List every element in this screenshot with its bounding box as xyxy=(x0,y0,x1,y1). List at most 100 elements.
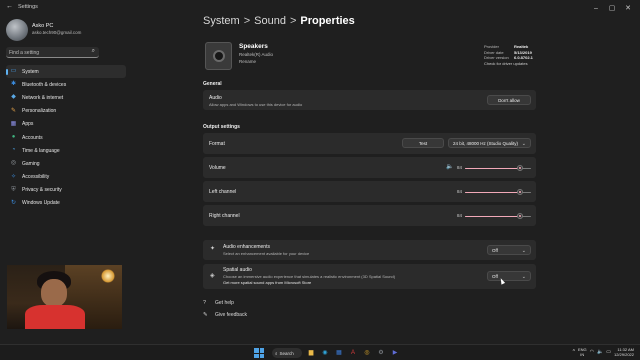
sidebar-item-label: Windows Update xyxy=(22,200,60,207)
right-channel-card: Right channel 84 xyxy=(203,205,536,226)
system-tray: ^ ENG IN ◠ 🔈 ▭ 11:32 AM 12/29/2022 xyxy=(573,347,634,357)
search-input[interactable]: Find a setting ⌕ xyxy=(6,47,99,58)
get-help-link[interactable]: ? Get help xyxy=(203,300,234,306)
format-selected: 24 bit, 48000 Hz (Studio Quality) xyxy=(453,140,519,146)
chevron-down-icon: ⌄ xyxy=(521,140,526,147)
right-channel-slider[interactable] xyxy=(465,212,531,220)
spatial-store-link[interactable]: Get more spatial sound apps from Microso… xyxy=(223,280,311,285)
sidebar-item-personalization[interactable]: ✎ Personalization xyxy=(6,105,126,118)
start-button[interactable] xyxy=(254,348,264,358)
media-icon[interactable]: ▶ xyxy=(390,348,400,358)
chevron-up-icon[interactable]: ^ xyxy=(573,349,575,355)
audio-label: Audio xyxy=(209,95,222,101)
pdf-icon[interactable]: A xyxy=(348,348,358,358)
clock[interactable]: 11:32 AM 12/29/2022 xyxy=(614,347,634,357)
person-icon: ● xyxy=(11,134,16,141)
sidebar-item-label: Gaming xyxy=(22,160,40,167)
user-name: Asko PC xyxy=(32,23,54,29)
bluetooth-icon: ✱ xyxy=(10,81,17,88)
sidebar-item-label: Time & language xyxy=(22,147,60,154)
sidebar-item-time-language[interactable]: ◔ Time & language xyxy=(6,144,126,157)
general-heading: General xyxy=(203,81,222,87)
driver-version-key: Driver version xyxy=(484,55,509,60)
wifi-icon[interactable]: ◠ xyxy=(590,349,594,355)
help-icon: ? xyxy=(203,300,207,306)
webcam-overlay xyxy=(7,265,122,329)
format-card: Format Test 24 bit, 48000 Hz (Studio Qua… xyxy=(203,133,536,154)
dont-allow-button[interactable]: Don't allow xyxy=(487,95,531,105)
breadcrumb-system[interactable]: System xyxy=(203,15,240,27)
breadcrumb-sound[interactable]: Sound xyxy=(254,15,286,27)
left-channel-label: Left channel xyxy=(209,189,237,195)
volume-slider[interactable] xyxy=(465,164,531,172)
feedback-icon: ✎ xyxy=(203,312,208,318)
settings-icon[interactable]: ⚙ xyxy=(376,348,386,358)
output-settings-heading: Output settings xyxy=(203,124,240,130)
sidebar-item-accessibility[interactable]: ✧ Accessibility xyxy=(6,171,126,184)
gamepad-icon: ◎ xyxy=(10,160,17,167)
brush-icon: ✎ xyxy=(10,107,17,114)
folder-icon[interactable]: ▆ xyxy=(306,348,316,358)
speaker-volume-icon[interactable]: 🔈 xyxy=(446,163,453,170)
store-icon[interactable]: ▦ xyxy=(334,348,344,358)
right-channel-slider-thumb[interactable] xyxy=(517,213,524,219)
sidebar-item-gaming[interactable]: ◎ Gaming xyxy=(6,157,126,170)
sidebar-item-windows-update[interactable]: ↻ Windows Update xyxy=(6,197,126,210)
breadcrumb-separator: > xyxy=(243,15,251,27)
audio-sub: Allow apps and Windows to use this devic… xyxy=(209,102,303,107)
left-channel-card: Left channel 84 xyxy=(203,181,536,202)
sidebar-item-label: System xyxy=(22,68,39,75)
sidebar-item-label: Apps xyxy=(22,121,34,128)
maximize-button[interactable]: ▢ xyxy=(604,2,620,14)
sidebar-item-accounts[interactable]: ● Accounts xyxy=(6,131,126,144)
language-indicator[interactable]: ENG IN xyxy=(578,347,587,357)
taskbar: ⌕ Search ▆ ◉ ▦ A ◎ ⚙ ▶ ^ ENG IN ◠ 🔈 ▭ 11:32 AM 1… xyxy=(0,344,640,360)
breadcrumb-separator: > xyxy=(289,15,297,27)
volume-icon[interactable]: 🔈 xyxy=(597,349,603,355)
user-profile[interactable]: Asko PC asko.tech90@gmail.com xyxy=(6,19,196,45)
volume-slider-thumb[interactable] xyxy=(517,165,524,171)
device-header: Speakers Realtek(R) Audio Rename xyxy=(205,42,465,72)
search-icon: ⌕ xyxy=(91,48,95,54)
audio-enhancements-selected: Off xyxy=(492,247,498,253)
format-dropdown[interactable]: 24 bit, 48000 Hz (Studio Quality) ⌄ xyxy=(448,138,531,148)
minimize-button[interactable]: – xyxy=(588,2,604,14)
chrome-icon[interactable]: ◎ xyxy=(362,348,372,358)
device-name: Speakers xyxy=(239,43,268,50)
audio-enhancements-dropdown[interactable]: Off ⌄ xyxy=(487,245,531,255)
taskbar-search[interactable]: ⌕ Search xyxy=(272,348,302,358)
close-button[interactable]: ✕ xyxy=(620,2,636,14)
search-icon: ⌕ xyxy=(275,350,278,356)
sidebar-item-privacy-security[interactable]: ⛨ Privacy & security xyxy=(6,184,126,197)
edge-icon[interactable]: ◉ xyxy=(320,348,330,358)
audio-enhancements-card: ✦ Audio enhancements Select an enhanceme… xyxy=(203,240,536,260)
search-placeholder: Find a setting xyxy=(9,49,40,56)
test-button[interactable]: Test xyxy=(402,138,444,148)
device-driver-name: Realtek(R) Audio xyxy=(239,52,274,57)
left-channel-slider-thumb[interactable] xyxy=(517,189,524,195)
rename-link[interactable]: Rename xyxy=(239,59,256,64)
spatial-audio-dropdown[interactable]: Off ⌄ xyxy=(487,271,531,281)
enhancements-icon: ✦ xyxy=(210,246,216,252)
sidebar-item-network-internet[interactable]: ◆ Network & internet xyxy=(6,91,126,104)
sidebar-item-bluetooth-devices[interactable]: ✱ Bluetooth & devices xyxy=(6,78,126,91)
sidebar-item-apps[interactable]: ▦ Apps xyxy=(6,118,126,131)
give-feedback-label: Give feedback xyxy=(215,312,247,318)
volume-label: Volume xyxy=(209,165,226,171)
sidebar-item-label: Bluetooth & devices xyxy=(22,81,67,88)
chevron-down-icon: ⌄ xyxy=(521,247,526,254)
right-channel-value: 84 xyxy=(457,213,463,218)
audio-card: Audio Allow apps and Windows to use this… xyxy=(203,90,536,110)
sidebar-item-system[interactable]: ▭ System xyxy=(6,65,126,79)
battery-icon[interactable]: ▭ xyxy=(606,349,611,355)
speaker-icon xyxy=(205,42,232,70)
left-channel-slider[interactable] xyxy=(465,188,531,196)
back-arrow-icon[interactable]: ← xyxy=(6,3,13,10)
volume-card: Volume 🔈 84 xyxy=(203,157,536,178)
check-driver-updates-link[interactable]: Check for driver updates xyxy=(484,61,533,67)
user-email: asko.tech90@gmail.com xyxy=(32,30,82,35)
spatial-audio-icon: ◈ xyxy=(210,273,215,279)
audio-enhancements-label: Audio enhancements xyxy=(223,244,270,250)
give-feedback-link[interactable]: ✎ Give feedback xyxy=(203,312,247,318)
wifi-icon: ◆ xyxy=(11,94,16,101)
